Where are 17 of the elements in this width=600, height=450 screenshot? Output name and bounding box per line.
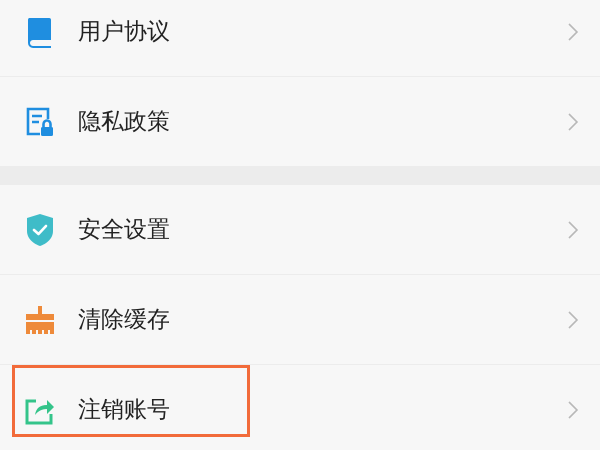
item-label: 用户协议 [78, 18, 171, 47]
settings-item[interactable]: 用户协议 [0, 0, 600, 77]
settings-item[interactable]: 注销账号 [0, 365, 600, 450]
chevron-right-icon [568, 112, 578, 130]
item-label: 清除缓存 [78, 306, 171, 335]
chevron-right-icon [568, 400, 578, 418]
item-label: 注销账号 [78, 396, 171, 425]
broom-icon [24, 304, 56, 334]
document-lock-icon [24, 106, 56, 138]
chevron-right-icon [568, 220, 578, 238]
settings-item[interactable]: 安全设置 [0, 185, 600, 275]
settings-item[interactable]: 清除缓存 [0, 275, 600, 365]
shield-check-icon [24, 212, 56, 246]
item-label: 安全设置 [78, 216, 171, 245]
item-label: 隐私政策 [78, 108, 171, 137]
chevron-right-icon [568, 22, 578, 40]
chevron-right-icon [568, 310, 578, 328]
